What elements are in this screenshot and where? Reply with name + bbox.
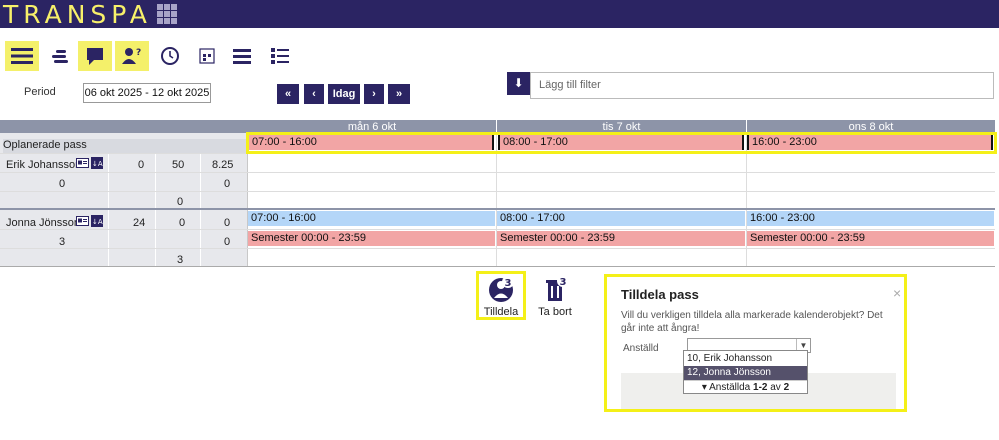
footer-mid: av	[770, 382, 781, 393]
unassigned-shift-wed[interactable]: 16:00 - 23:00	[747, 135, 993, 150]
unassigned-shift-mon[interactable]: 07:00 - 16:00	[249, 135, 494, 150]
unassigned-row-label: Oplanerade pass	[3, 139, 247, 153]
footer-total: 2	[783, 382, 790, 393]
comment-icon[interactable]	[78, 41, 112, 71]
app-logo[interactable]: TRANSPA	[3, 0, 152, 29]
footer-range: 1-2	[753, 382, 768, 393]
shift-block[interactable]: 16:00 - 23:00	[747, 211, 994, 226]
remove-label: Ta bort	[538, 306, 572, 318]
unassigned-label-text: Oplanerade pass	[3, 139, 87, 151]
prev-period-button[interactable]: ‹	[304, 84, 324, 104]
dialog-message: Vill du verkligen tilldela alla markerad…	[621, 310, 883, 334]
stat-value: 0	[177, 196, 184, 208]
dialog-title: Tilldela pass	[621, 287, 699, 302]
stat-value: 0	[224, 236, 231, 248]
absence-block[interactable]: Semester 00:00 - 23:59	[248, 231, 495, 246]
dropdown-footer[interactable]: ▾ Anställda 1-2 av 2	[684, 380, 807, 394]
svg-text:3: 3	[505, 278, 512, 289]
trash-badge-icon: 3	[546, 275, 569, 301]
stat-value: 50	[172, 159, 185, 171]
svg-text:↓A: ↓A	[92, 218, 103, 226]
id-card-icon[interactable]	[76, 216, 89, 229]
shift-block[interactable]: 08:00 - 17:00	[497, 211, 745, 226]
employee-dropdown-list: 10, Erik Johansson 12, Jonna Jönsson ▾ A…	[683, 350, 808, 394]
menu-icon[interactable]	[5, 41, 39, 71]
svg-text:?: ?	[136, 48, 141, 58]
arrow-down-icon: ⬇	[513, 76, 524, 90]
stat-value: 8.25	[212, 159, 234, 171]
unassigned-shift-tue[interactable]: 08:00 - 17:00	[498, 135, 744, 150]
top-bar: TRANSPA	[0, 0, 999, 29]
svg-text:↓A: ↓A	[92, 160, 103, 168]
today-button[interactable]: Idag	[328, 84, 360, 104]
absence-block[interactable]: Semester 00:00 - 23:59	[747, 231, 994, 246]
sort-icon[interactable]: ↓A	[91, 215, 103, 227]
sort-icon[interactable]: ↓A	[91, 157, 103, 169]
period-label: Period	[24, 86, 56, 98]
stat-value: 0	[138, 159, 145, 171]
assign-label: Tilldela	[483, 306, 519, 318]
stat-value: 3	[177, 254, 184, 266]
list-detail-icon[interactable]	[263, 41, 297, 71]
next-period-button[interactable]: ›	[364, 84, 384, 104]
filter-input[interactable]: Lägg till filter	[530, 72, 994, 99]
filter-toggle-button[interactable]: ⬇	[507, 72, 530, 95]
footer-prefix: Anställda	[709, 382, 751, 393]
period-field[interactable]: 06 okt 2025 - 12 okt 2025	[83, 83, 211, 103]
stat-value: 3	[59, 236, 66, 248]
employee-name[interactable]: Jonna Jönsson	[6, 217, 80, 229]
stat-value: 0	[59, 178, 66, 190]
assign-badge-icon: 3	[489, 276, 514, 302]
list-compact-icon[interactable]	[43, 41, 77, 71]
list-icon[interactable]	[225, 41, 259, 71]
apps-grid-icon[interactable]	[157, 4, 177, 24]
user-question-icon[interactable]: ?	[115, 41, 149, 71]
last-period-button[interactable]: »	[388, 84, 410, 104]
stat-value: 0	[224, 217, 231, 229]
dropdown-option[interactable]: 10, Erik Johansson	[684, 352, 807, 366]
remove-button[interactable]: 3 Ta bort	[533, 274, 577, 318]
assign-button[interactable]: 3 Tilldela	[479, 274, 523, 318]
employee-name[interactable]: Erik Johansson	[6, 159, 81, 171]
stat-value: 0	[179, 217, 186, 229]
first-period-button[interactable]: «	[277, 84, 299, 104]
caret-down-icon: ▾	[701, 382, 707, 393]
employee-field-label: Anställd	[623, 343, 659, 354]
calendar-grid-icon[interactable]	[190, 41, 224, 71]
shift-block[interactable]: 07:00 - 16:00	[248, 211, 495, 226]
dropdown-option-selected[interactable]: 12, Jonna Jönsson	[684, 366, 807, 380]
clock-icon[interactable]	[153, 41, 187, 71]
close-icon[interactable]: ×	[893, 285, 901, 301]
id-card-icon[interactable]	[76, 158, 89, 171]
absence-block[interactable]: Semester 00:00 - 23:59	[497, 231, 745, 246]
svg-text:3: 3	[560, 277, 567, 288]
stat-value: 0	[224, 178, 231, 190]
stat-value: 24	[133, 217, 146, 229]
